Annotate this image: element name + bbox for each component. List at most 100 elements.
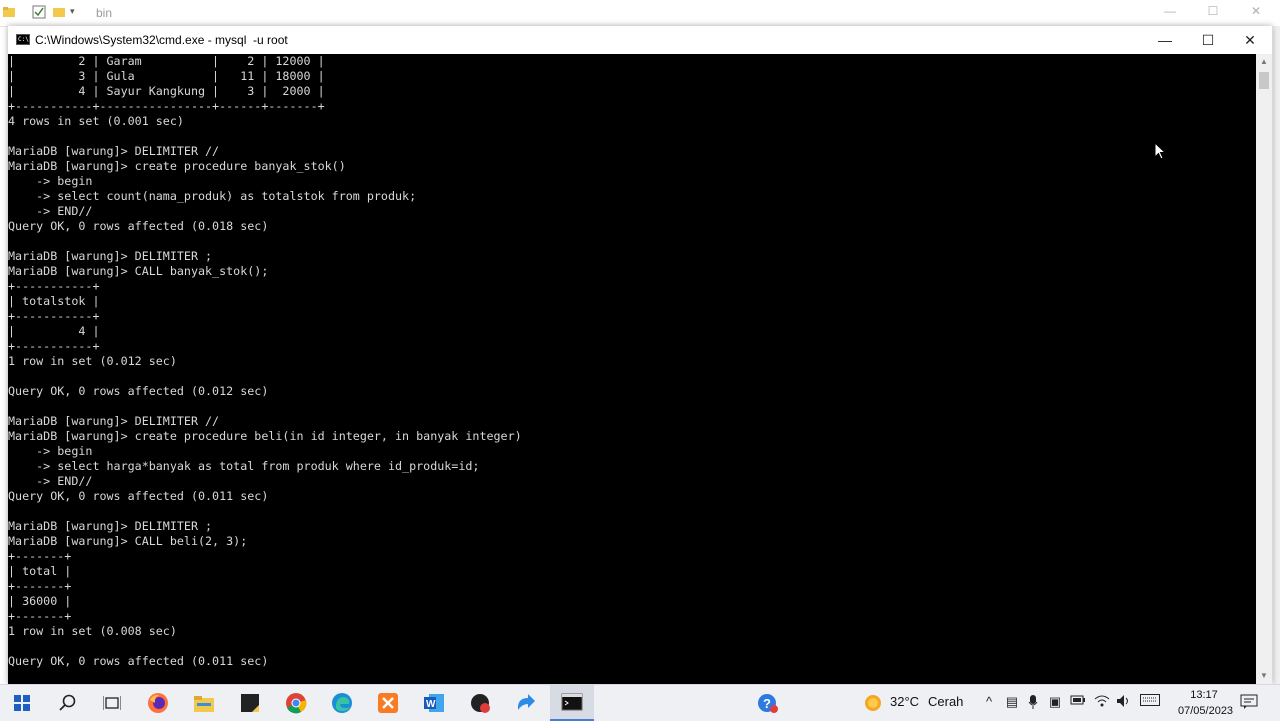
console-line: | total |: [8, 564, 72, 578]
console-line: | 4 |: [8, 324, 100, 338]
console-line: MariaDB [warung]> DELIMITER ;: [8, 519, 213, 533]
console-line: MariaDB [warung]> create procedure beli(…: [8, 429, 522, 443]
word-taskbar-button[interactable]: W: [412, 685, 456, 721]
help-icon: ?: [758, 694, 778, 713]
console-line: -> select count(nama_produk) as totalsto…: [8, 189, 417, 203]
weather-temp[interactable]: 32°C: [890, 694, 919, 709]
properties-icon[interactable]: [32, 5, 46, 19]
console-line: MariaDB [warung]> CALL beli(2, 3);: [8, 534, 248, 548]
cmd-icon[interactable]: C:\: [16, 34, 30, 45]
display-settings-icon[interactable]: ▣: [1046, 694, 1064, 710]
start-button[interactable]: [0, 685, 44, 721]
cmd-maximize-button[interactable]: ☐: [1186, 26, 1230, 54]
scroll-up-arrow-icon[interactable]: ▲: [1256, 54, 1272, 70]
console-line: -> begin: [8, 444, 93, 458]
search-button[interactable]: [46, 685, 90, 721]
weather-sun-icon[interactable]: [862, 692, 884, 714]
console-line: 1 row in set (0.012 sec): [8, 354, 177, 368]
windows-logo-icon: [14, 695, 30, 711]
clock-date: 07/05/2023: [1178, 705, 1234, 717]
scroll-down-arrow-icon[interactable]: ▼: [1256, 668, 1272, 684]
console-line: +-----------+: [8, 339, 100, 353]
wifi-icon[interactable]: [1093, 694, 1111, 711]
console-line: 4 rows in set (0.001 sec): [8, 114, 184, 128]
console-line: MariaDB [warung]> DELIMITER //: [8, 144, 220, 158]
cmd-window[interactable]: C:\ C:\Windows\System32\cmd.exe - mysql …: [8, 26, 1272, 684]
cmd-titlebar[interactable]: C:\ C:\Windows\System32\cmd.exe - mysql …: [8, 26, 1272, 54]
quick-access-dropdown-icon[interactable]: ▾: [70, 6, 84, 20]
console-line: +-----------+: [8, 279, 100, 293]
file-explorer-icon: [194, 696, 214, 712]
volume-icon[interactable]: [1115, 694, 1133, 711]
console-line: | totalstok |: [8, 294, 100, 308]
show-hidden-icons-chevron-icon[interactable]: ^: [980, 694, 998, 709]
cmd-close-button[interactable]: ✕: [1228, 26, 1272, 54]
share-taskbar-button[interactable]: [504, 685, 548, 721]
chrome-icon: [286, 693, 307, 714]
app-taskbar-button[interactable]: [458, 685, 502, 721]
cmd-title: C:\Windows\System32\cmd.exe - mysql -u r…: [35, 33, 288, 47]
console-output[interactable]: | 2 | Garam | 2 | 12000 | | 3 | Gula | 11…: [8, 54, 1256, 684]
new-folder-icon[interactable]: [52, 5, 66, 19]
xampp-icon: [378, 693, 398, 713]
keyboard-icon[interactable]: [1140, 694, 1160, 709]
console-line: MariaDB [warung]> CALL banyak_stok();: [8, 264, 269, 278]
help-taskbar-button[interactable]: ?: [746, 685, 790, 721]
explorer-window-bar: ▾ bin — ☐ ✕: [0, 0, 1280, 27]
scroll-thumb[interactable]: [1259, 72, 1269, 89]
arrow-app-icon: [518, 694, 535, 710]
folder-icon: [2, 5, 16, 19]
console-line: Query OK, 0 rows affected (0.018 sec): [8, 219, 269, 233]
console-line: | 3 | Gula | 11 | 18000 |: [8, 69, 325, 83]
task-view-button[interactable]: [90, 685, 134, 721]
terminal-icon: [561, 693, 583, 711]
explorer-title: bin: [96, 6, 113, 20]
chrome-taskbar-button[interactable]: [274, 685, 318, 721]
notes-icon: [241, 694, 259, 712]
console-line: 1 row in set (0.008 sec): [8, 624, 177, 638]
console-line: MariaDB [warung]> DELIMITER //: [8, 414, 220, 428]
task-view-icon: [103, 696, 121, 710]
battery-icon[interactable]: [1069, 694, 1087, 709]
explorer-close-button[interactable]: ✕: [1246, 4, 1266, 18]
notification-center-icon[interactable]: [1240, 694, 1258, 713]
search-icon: [59, 694, 76, 711]
edge-taskbar-button[interactable]: [320, 685, 364, 721]
explorer-scroll-strip: [1273, 26, 1280, 686]
explorer-maximize-button[interactable]: ☐: [1203, 4, 1223, 18]
cmd-minimize-button[interactable]: —: [1143, 26, 1187, 54]
notes-taskbar-button[interactable]: [228, 685, 272, 721]
firefox-icon: [148, 693, 168, 713]
console-line: | 36000 |: [8, 594, 72, 608]
file-explorer-taskbar-button[interactable]: [182, 685, 226, 721]
console-line: Query OK, 0 rows affected (0.012 sec): [8, 384, 269, 398]
usb-drive-icon[interactable]: ▤: [1003, 694, 1021, 710]
clock[interactable]: 13:17 07/05/2023: [1178, 687, 1234, 719]
svg-text:W: W: [426, 699, 436, 710]
cmd-taskbar-button[interactable]: [550, 685, 594, 721]
taskbar: W ? 32°C Cerah ^ ▤ ▣ 13:17 07/05/2023: [0, 684, 1280, 721]
mouse-cursor-icon: [1154, 142, 1166, 160]
console-line: -> END//: [8, 474, 93, 488]
console-line: +-------+: [8, 579, 72, 593]
word-icon: W: [424, 694, 444, 712]
console-scrollbar[interactable]: ▲ ▼: [1256, 54, 1272, 684]
console-line: MariaDB [warung]> create procedure banya…: [8, 159, 346, 173]
clock-time: 13:17: [1190, 689, 1218, 701]
console-line: +-------+: [8, 609, 72, 623]
console-line: -> begin: [8, 174, 93, 188]
microphone-icon[interactable]: [1024, 694, 1042, 713]
firefox-taskbar-button[interactable]: [136, 685, 180, 721]
console-line: MariaDB [warung]> DELIMITER ;: [8, 249, 213, 263]
xampp-taskbar-button[interactable]: [366, 685, 410, 721]
svg-text:?: ?: [763, 696, 771, 711]
console-line: -> select harga*banyak as total from pro…: [8, 459, 480, 473]
console-line: | 2 | Garam | 2 | 12000 |: [8, 54, 325, 68]
console-line: Query OK, 0 rows affected (0.011 sec): [8, 654, 269, 668]
weather-desc[interactable]: Cerah: [928, 694, 963, 709]
console-line: | 4 | Sayur Kangkung | 3 | 2000 |: [8, 84, 325, 98]
explorer-minimize-button[interactable]: —: [1160, 4, 1180, 18]
